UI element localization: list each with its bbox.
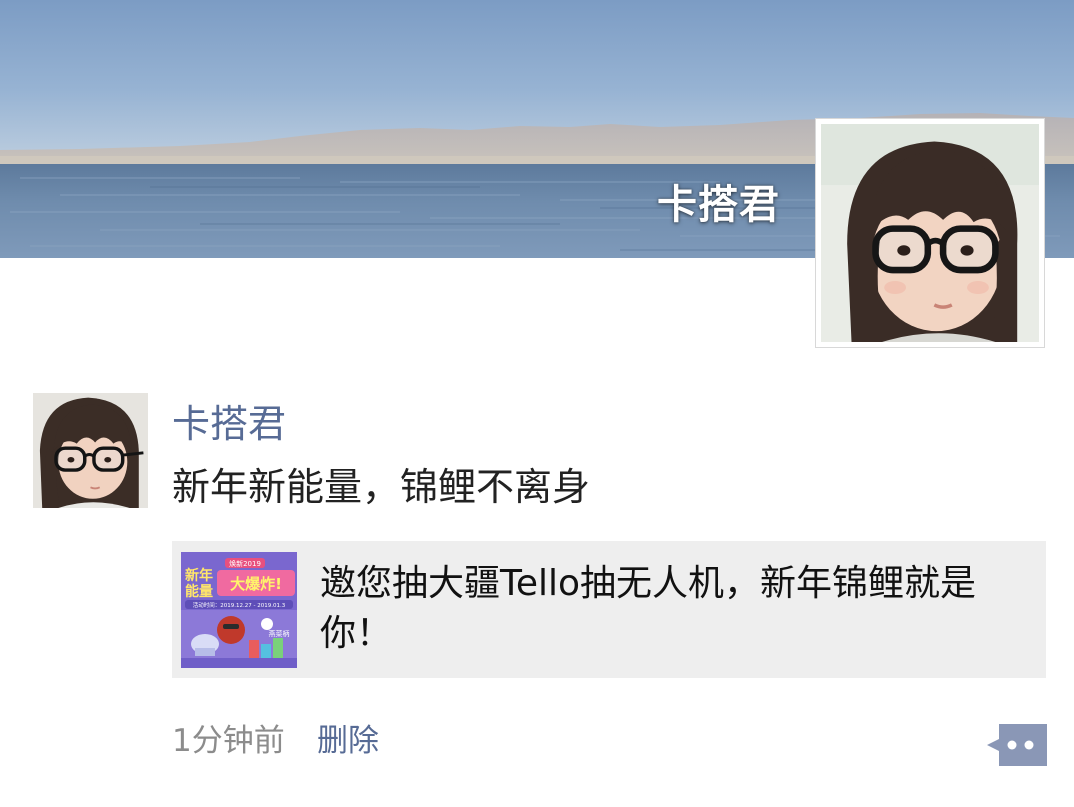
poster-line1: 新年 (185, 567, 213, 584)
poster-big-text: 大爆炸! (230, 575, 282, 593)
post-author-avatar[interactable] (33, 393, 148, 508)
poster-line2: 能量 (185, 583, 213, 600)
girl-with-glasses-avatar-image (33, 393, 148, 508)
shared-link-thumbnail: 焕新2019 新年 能量 大爆炸! 活动时间：2019.12.27 - 2019… (181, 552, 297, 668)
moments-page: 卡搭君 卡搭君 新年新能量，锦鲤不离身 焕新2019 新年 能量 大爆炸! 活动… (0, 0, 1074, 807)
cover-profile-name: 卡搭君 (657, 182, 780, 228)
poster-badge-text: 焕新2019 (229, 559, 261, 568)
promo-poster-thumbnail-image: 焕新2019 新年 能量 大爆炸! 活动时间：2019.12.27 - 2019… (181, 552, 297, 668)
girl-with-glasses-avatar-image (821, 124, 1039, 342)
post-author-name[interactable]: 卡搭君 (172, 400, 286, 448)
post-timestamp: 1分钟前 (172, 723, 285, 759)
comment-more-button[interactable] (985, 724, 1047, 766)
delete-post-link[interactable]: 删除 (317, 721, 379, 761)
poster-date-range: 活动时间：2019.12.27 - 2019.01.3 (193, 601, 286, 609)
shared-link-card[interactable]: 焕新2019 新年 能量 大爆炸! 活动时间：2019.12.27 - 2019… (172, 541, 1046, 678)
profile-avatar[interactable] (815, 118, 1045, 348)
poster-bottom-label: 燕菜柄 (269, 629, 290, 638)
shared-link-title: 邀您抽大疆Tello抽无人机，新年锦鲤就是你！ (320, 563, 977, 654)
comment-more-icon (987, 724, 1047, 766)
post-text: 新年新能量，锦鲤不离身 (172, 465, 591, 509)
